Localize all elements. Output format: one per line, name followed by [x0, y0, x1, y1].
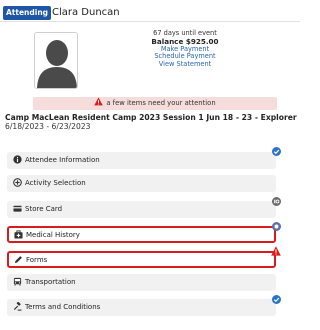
section-activity-selection[interactable]: Activity Selection	[7, 175, 276, 192]
gavel-icon	[13, 301, 22, 311]
person-silhouette-icon	[35, 33, 77, 88]
required-warning-icon	[271, 246, 281, 256]
attention-dot-icon	[272, 222, 281, 231]
section-label: Medical History	[26, 231, 80, 239]
avatar	[34, 32, 78, 89]
section-terms-and-conditions[interactable]: Terms and Conditions	[7, 299, 276, 316]
complete-check-icon	[272, 295, 281, 304]
pencil-icon	[14, 255, 22, 263]
account-summary: 67 days until event Balance $925.00 Make…	[130, 29, 240, 69]
section-label: Transportation	[25, 278, 76, 286]
status-badge: Attending	[3, 6, 52, 20]
section-label: Forms	[26, 256, 48, 264]
attendee-name: Clara Duncan	[52, 7, 120, 18]
alert-message: a few items need your attention	[106, 99, 216, 107]
warning-triangle-icon	[94, 97, 104, 106]
section-forms[interactable]: Forms	[7, 251, 276, 268]
view-statement-link[interactable]: View Statement	[130, 60, 240, 69]
section-label: Store Card	[25, 205, 63, 213]
section-medical-history[interactable]: Medical History	[7, 226, 276, 243]
section-label: Terms and Conditions	[25, 303, 101, 311]
plus-circle-icon	[13, 177, 22, 187]
bus-icon	[13, 277, 22, 285]
item-count-icon	[272, 197, 281, 206]
section-attendee-information[interactable]: Attendee Information	[7, 152, 276, 169]
info-circle-icon	[13, 154, 22, 164]
event-info: Camp MacLean Resident Camp 2023 Session …	[5, 113, 297, 131]
complete-check-icon	[272, 147, 281, 156]
attendee-header: Attending Clara Duncan	[0, 0, 300, 22]
section-label: Activity Selection	[25, 179, 86, 187]
section-store-card[interactable]: Store Card	[7, 201, 276, 218]
event-dates: 6/18/2023 - 6/23/2023	[5, 121, 91, 131]
registration-card: Attending Clara Duncan 67 days until eve…	[0, 0, 300, 330]
attention-alert: a few items need your attention	[33, 97, 277, 110]
section-transportation[interactable]: Transportation	[7, 274, 276, 291]
section-label: Attendee Information	[25, 156, 100, 164]
medical-kit-icon	[14, 229, 23, 239]
credit-card-icon	[13, 205, 22, 212]
